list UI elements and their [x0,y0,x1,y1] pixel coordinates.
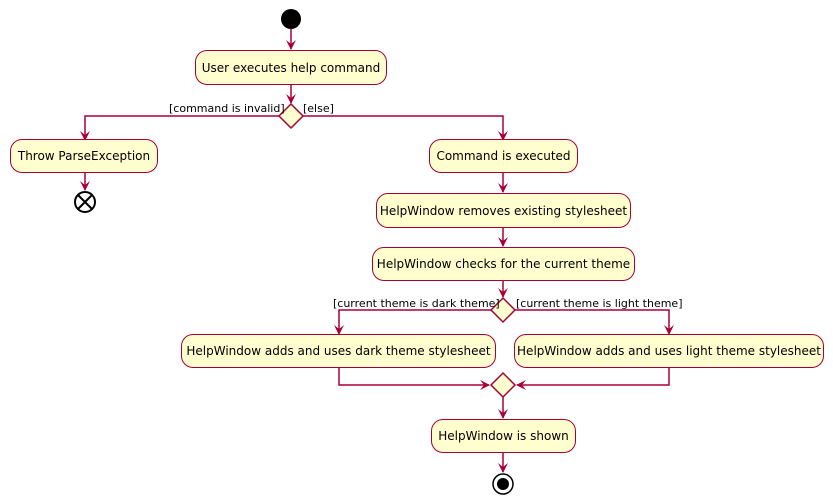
guard-command-invalid: [command is invalid] [169,102,285,115]
flow-final-icon [74,191,96,213]
action-removes-stylesheet: HelpWindow removes existing stylesheet [376,193,631,228]
edge [516,368,670,390]
action-light-theme-stylesheet: HelpWindow adds and uses light theme sty… [514,334,824,368]
end-node-icon [492,473,514,495]
guard-dark-theme: [current theme is dark theme] [333,297,500,310]
start-node [281,9,301,29]
action-dark-theme-stylesheet: HelpWindow adds and uses dark theme styl… [181,334,496,368]
edge [334,309,491,335]
action-checks-theme: HelpWindow checks for the current theme [372,247,635,281]
guard-else: [else] [303,102,334,115]
guard-light-theme: [current theme is light theme] [516,297,683,310]
action-command-executed: Command is executed [429,139,578,173]
edge [338,368,490,390]
edge [303,115,508,141]
action-throw-parse-exception: Throw ParseException [10,139,158,173]
activity-diagram: User executes help command [command is i… [0,0,833,504]
action-user-executes-help: User executes help command [195,50,387,85]
edge [80,115,279,141]
action-helpwindow-shown: HelpWindow is shown [431,419,576,453]
edge [515,309,674,335]
merge-node [489,371,517,399]
